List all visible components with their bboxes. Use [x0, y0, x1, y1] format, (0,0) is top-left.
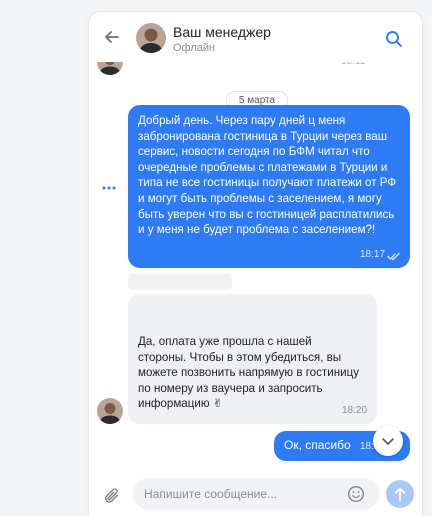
paperclip-icon — [104, 488, 119, 503]
chat-header: Ваш менеджер Офлайн — [89, 12, 422, 62]
scroll-to-bottom-button[interactable] — [373, 426, 403, 456]
chevron-down-icon — [382, 438, 394, 445]
smiley-icon — [348, 486, 364, 502]
send-button[interactable] — [386, 480, 414, 508]
chat-window: Ваш менеджер Офлайн 13:11 5 марта Добрый… — [89, 12, 422, 516]
presence-status: Офлайн — [173, 42, 216, 54]
search-button[interactable] — [385, 30, 403, 48]
emoji-button[interactable] — [347, 485, 365, 503]
message-bubble-outgoing[interactable]: Добрый день. Через пару дней ц меня забр… — [128, 105, 410, 268]
chat-title: Ваш менеджер — [173, 24, 271, 40]
double-check-icon — [387, 252, 400, 261]
arrow-left-icon — [105, 31, 119, 43]
search-icon — [386, 31, 402, 47]
message-composer — [89, 467, 422, 516]
back-button[interactable] — [103, 28, 121, 46]
attach-button[interactable] — [103, 487, 121, 505]
message-text: Да, оплата уже прошла с нашей стороны. Ч… — [138, 335, 360, 411]
manager-avatar[interactable] — [136, 23, 166, 53]
arrow-up-icon — [394, 487, 406, 501]
message-actions-button[interactable] — [101, 180, 117, 190]
message-bubble-incoming[interactable]: Да, оплата уже прошла с нашей стороны. Ч… — [128, 294, 377, 424]
message-input[interactable] — [133, 478, 379, 510]
message-text: Добрый день. Через пару дней ц меня забр… — [138, 114, 397, 237]
message-text: Ок, спасибо — [284, 438, 351, 452]
manager-avatar-small — [97, 398, 123, 424]
more-horizontal-icon — [102, 186, 116, 190]
loading-placeholder — [128, 274, 232, 290]
message-time: 18:20 — [342, 405, 368, 416]
message-time: 18:17 — [360, 249, 386, 260]
